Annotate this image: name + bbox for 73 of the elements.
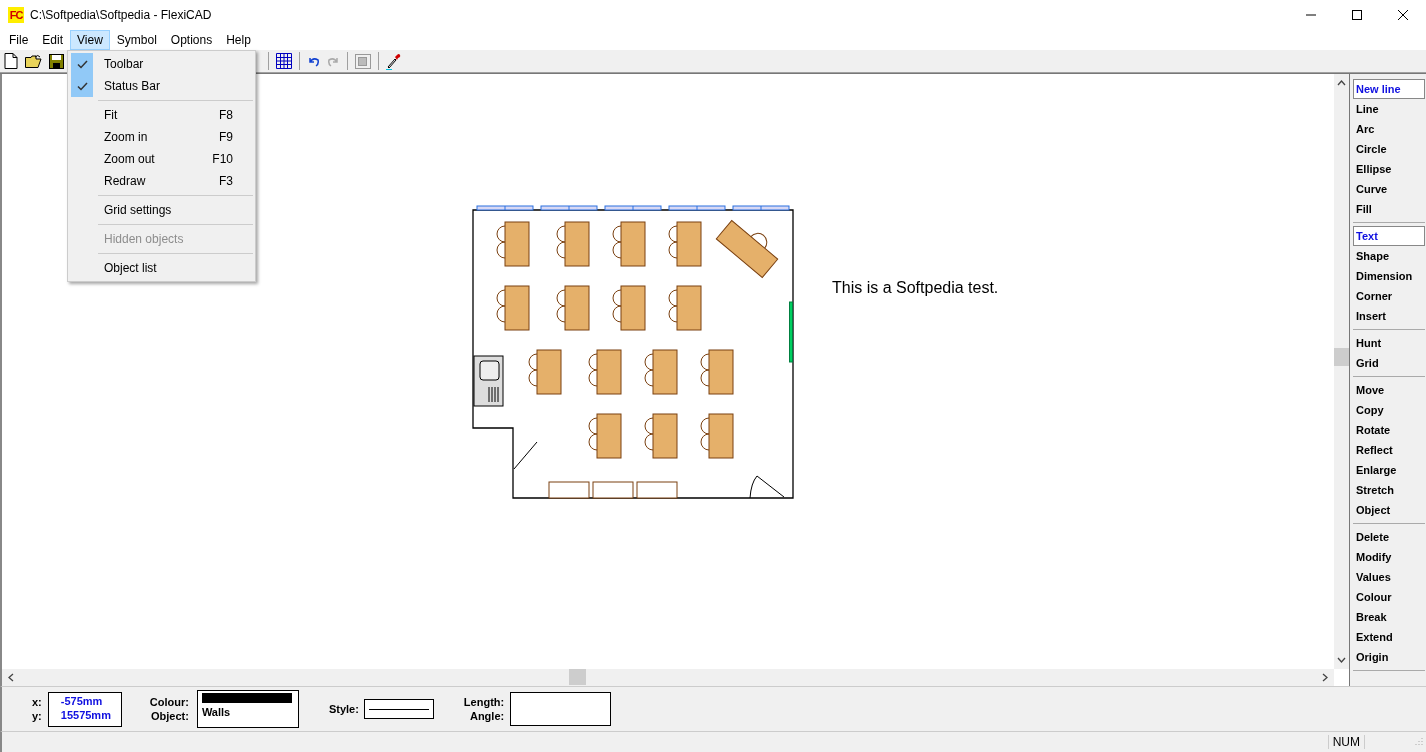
scroll-down-icon[interactable] <box>1337 657 1346 663</box>
command-button[interactable]: Corner <box>1353 286 1425 306</box>
window-title: C:\Softpedia\Softpedia - FlexiCAD <box>30 8 212 22</box>
app-icon: FC <box>8 7 24 23</box>
y-value: 15575mm <box>60 707 112 722</box>
menu-option[interactable]: Toolbar <box>70 53 253 75</box>
colour-label: Colour: <box>149 695 189 709</box>
command-button[interactable]: Values <box>1353 567 1425 587</box>
scroll-up-icon[interactable] <box>1337 80 1346 86</box>
menu-item[interactable]: Symbol <box>109 30 164 50</box>
folder-icon[interactable] <box>25 54 42 68</box>
undo-icon[interactable] <box>307 55 320 67</box>
grid-icon[interactable] <box>276 53 292 69</box>
command-button[interactable]: Text <box>1353 226 1425 246</box>
menu-option[interactable]: Object list <box>70 257 253 279</box>
command-button[interactable]: Origin <box>1353 647 1425 667</box>
object-value: Walls <box>201 706 232 718</box>
scroll-left-icon[interactable] <box>8 673 14 682</box>
menu-option[interactable]: Redraw F3 <box>70 170 253 192</box>
command-button[interactable]: Arc <box>1353 119 1425 139</box>
resize-grip-icon[interactable] <box>1413 737 1423 747</box>
command-button[interactable]: Break <box>1353 607 1425 627</box>
object-label: Object: <box>151 709 189 723</box>
horizontal-scrollbar[interactable] <box>2 669 1334 686</box>
menu-option[interactable]: Status Bar <box>70 75 253 97</box>
command-button[interactable]: Line <box>1353 99 1425 119</box>
command-button[interactable]: Grid <box>1353 353 1425 373</box>
canvas-text: This is a Softpedia test. <box>832 279 999 297</box>
command-button[interactable]: Reflect <box>1353 440 1425 460</box>
status-indicator: NUM <box>1327 735 1365 749</box>
command-button[interactable]: Copy <box>1353 400 1425 420</box>
command-button[interactable]: Extend <box>1353 627 1425 647</box>
command-button[interactable]: Ellipse <box>1353 159 1425 179</box>
command-button[interactable]: Shape <box>1353 246 1425 266</box>
y-label: y: <box>32 709 42 723</box>
close-icon[interactable] <box>1397 9 1409 21</box>
command-button[interactable]: Curve <box>1353 179 1425 199</box>
command-button[interactable]: Stretch <box>1353 480 1425 500</box>
menu-item[interactable]: Help <box>219 30 258 50</box>
new-file-icon[interactable] <box>4 53 18 69</box>
command-button[interactable]: Object <box>1353 500 1425 520</box>
command-button[interactable]: Hunt <box>1353 333 1425 353</box>
command-button[interactable]: Dimension <box>1353 266 1425 286</box>
angle-label: Angle: <box>469 709 505 723</box>
command-button[interactable]: Modify <box>1353 547 1425 567</box>
x-label: x: <box>32 695 42 709</box>
menu-option[interactable]: Grid settings <box>70 199 253 221</box>
menu-option[interactable]: Fit F8 <box>70 104 253 126</box>
style-label: Style: <box>328 703 359 715</box>
command-button[interactable]: New line <box>1353 79 1425 99</box>
menu-option[interactable]: Zoom in F9 <box>70 126 253 148</box>
length-label: Length: <box>463 695 505 709</box>
command-button[interactable]: Fill <box>1353 199 1425 219</box>
command-button[interactable]: Circle <box>1353 139 1425 159</box>
line-style-box <box>363 699 434 719</box>
menu-option[interactable]: Zoom out F10 <box>70 148 253 170</box>
scrollbar-thumb[interactable] <box>569 669 586 685</box>
maximize-icon[interactable] <box>1351 9 1363 21</box>
x-value: -575mm <box>60 693 104 708</box>
menu-item[interactable]: File <box>2 30 36 50</box>
eyedropper-icon[interactable] <box>386 52 401 70</box>
command-button[interactable]: Delete <box>1353 527 1425 547</box>
menu-item[interactable]: Edit <box>35 30 71 50</box>
menu-item[interactable]: View <box>70 30 110 50</box>
scrollbar-thumb[interactable] <box>1334 348 1349 366</box>
command-button[interactable]: Move <box>1353 380 1425 400</box>
command-button[interactable]: Colour <box>1353 587 1425 607</box>
scroll-right-icon[interactable] <box>1322 673 1328 682</box>
command-button[interactable]: Rotate <box>1353 420 1425 440</box>
command-button[interactable]: Enlarge <box>1353 460 1425 480</box>
menu-item[interactable]: Options <box>163 30 220 50</box>
vertical-scrollbar[interactable] <box>1334 74 1349 669</box>
command-button[interactable]: Insert <box>1353 306 1425 326</box>
